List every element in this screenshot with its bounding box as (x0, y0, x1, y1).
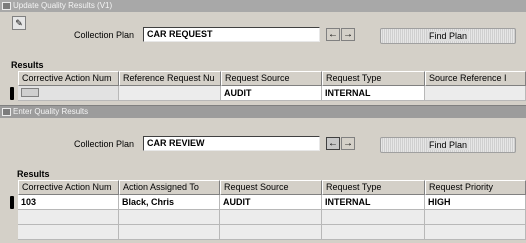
column-header[interactable]: Request Type (322, 71, 425, 86)
table-row[interactable] (18, 225, 526, 240)
table-cell[interactable]: INTERNAL (322, 86, 425, 101)
collection-plan-label: Collection Plan (74, 139, 135, 149)
edit-icon[interactable]: ✎ (12, 16, 26, 30)
window-a-title: Update Quality Results (V1) (13, 1, 113, 10)
find-plan-button[interactable]: Find Plan (380, 137, 516, 153)
table-cell[interactable]: 103 (18, 195, 119, 210)
table-cell[interactable] (119, 86, 221, 101)
results-grid: Corrective Action Num Reference Request … (18, 71, 526, 108)
right-arrow-icon[interactable]: → (341, 137, 355, 150)
collection-plan-field[interactable]: CAR REVIEW (143, 136, 320, 151)
column-header[interactable]: Request Type (322, 180, 425, 195)
table-cell[interactable]: HIGH (425, 195, 526, 210)
table-cell[interactable] (425, 225, 526, 240)
table-cell[interactable] (425, 86, 526, 101)
left-arrow-icon[interactable]: ← (326, 28, 340, 41)
table-row[interactable]: AUDIT INTERNAL (18, 86, 526, 101)
table-cell[interactable] (18, 86, 119, 101)
current-record-indicator (10, 87, 14, 100)
table-cell[interactable]: Black, Chris (119, 195, 220, 210)
results-label: Results (17, 169, 50, 179)
table-cell[interactable] (220, 225, 322, 240)
table-cell[interactable] (322, 210, 425, 225)
column-header[interactable]: Request Source (220, 180, 322, 195)
column-header[interactable]: Action Assigned To (119, 180, 220, 195)
table-cell[interactable] (119, 210, 220, 225)
right-arrow-icon[interactable]: → (341, 28, 355, 41)
field-button-icon (21, 88, 39, 97)
collection-plan-label: Collection Plan (74, 30, 135, 40)
column-header[interactable]: Request Source (221, 71, 322, 86)
table-cell[interactable] (18, 225, 119, 240)
table-cell[interactable] (18, 210, 119, 225)
find-plan-button[interactable]: Find Plan (380, 28, 516, 44)
column-header[interactable]: Corrective Action Num (18, 180, 119, 195)
left-arrow-icon[interactable]: ← (326, 137, 340, 150)
column-header[interactable]: Reference Request Nu (119, 71, 221, 86)
table-cell[interactable]: AUDIT (220, 195, 322, 210)
table-cell[interactable]: AUDIT (221, 86, 322, 101)
current-record-indicator (10, 196, 14, 209)
window-b-title: Enter Quality Results (13, 107, 89, 116)
update-results-window: Update Quality Results (V1) ✎ Collection… (0, 0, 526, 108)
grid-header: Corrective Action Num Reference Request … (18, 71, 526, 86)
table-cell[interactable] (322, 225, 425, 240)
results-label: Results (11, 60, 44, 70)
window-icon (2, 2, 11, 10)
window-b-titlebar[interactable]: Enter Quality Results (0, 106, 526, 118)
table-cell[interactable] (425, 210, 526, 225)
window-a-titlebar[interactable]: Update Quality Results (V1) (0, 0, 526, 12)
collection-plan-field[interactable]: CAR REQUEST (143, 27, 320, 42)
table-cell[interactable]: INTERNAL (322, 195, 425, 210)
table-cell[interactable] (119, 225, 220, 240)
table-row[interactable]: 103 Black, Chris AUDIT INTERNAL HIGH (18, 195, 526, 210)
enter-results-window: Enter Quality Results Collection Plan CA… (0, 105, 526, 243)
table-cell[interactable] (220, 210, 322, 225)
column-header[interactable]: Corrective Action Num (18, 71, 119, 86)
column-header[interactable]: Request Priority (425, 180, 526, 195)
results-grid: Corrective Action Num Action Assigned To… (18, 180, 526, 243)
table-row[interactable] (18, 210, 526, 225)
grid-header: Corrective Action Num Action Assigned To… (18, 180, 526, 195)
window-icon (2, 108, 11, 116)
column-header[interactable]: Source Reference I (425, 71, 526, 86)
